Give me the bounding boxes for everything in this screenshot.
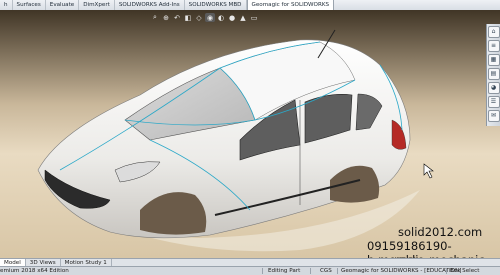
resources-icon[interactable]: ≡ [487,40,500,52]
file-explorer-icon[interactable]: ▤ [487,68,500,80]
forum-icon[interactable]: ✉ [487,110,500,122]
ribbon-tab-sketch[interactable]: h [0,0,13,10]
appearances-icon[interactable]: ◕ [487,82,500,94]
ribbon-tab-evaluate[interactable]: Evaluate [46,0,80,10]
ribbon-tab-dimxpert[interactable]: DimXpert [79,0,115,10]
ribbon-tab-mbd[interactable]: SOLIDWORKS MBD [185,0,247,10]
custom-properties-icon[interactable]: ☰ [487,96,500,108]
status-divider [262,268,263,274]
ribbon-tab-addins[interactable]: SOLIDWORKS Add-Ins [115,0,185,10]
car-shell-model[interactable] [0,10,500,258]
watermark-text: solid2012.com [398,225,482,239]
status-divider [337,268,338,274]
watermark-line-1: solid2012.com [398,225,483,239]
home-icon[interactable]: ⌂ [487,26,500,38]
graphics-area[interactable]: ⌕ ⊕ ↶ ◧ ◇ ◉ ◐ ● ▲ ▭ ⌂ ≡ ▦ ▤ ◕ ☰ ✉ solid2… [0,10,500,258]
task-pane-tabs: ⌂ ≡ ▦ ▤ ◕ ☰ ✉ [486,24,500,126]
design-library-icon[interactable]: ▦ [487,54,500,66]
ribbon-tab-geomagic[interactable]: Geomagic for SOLIDWORKS [246,0,335,10]
ribbon-tab-surfaces[interactable]: Surfaces [13,0,46,10]
status-divider [310,268,311,274]
status-divider [446,268,447,274]
mouse-cursor [423,163,434,179]
